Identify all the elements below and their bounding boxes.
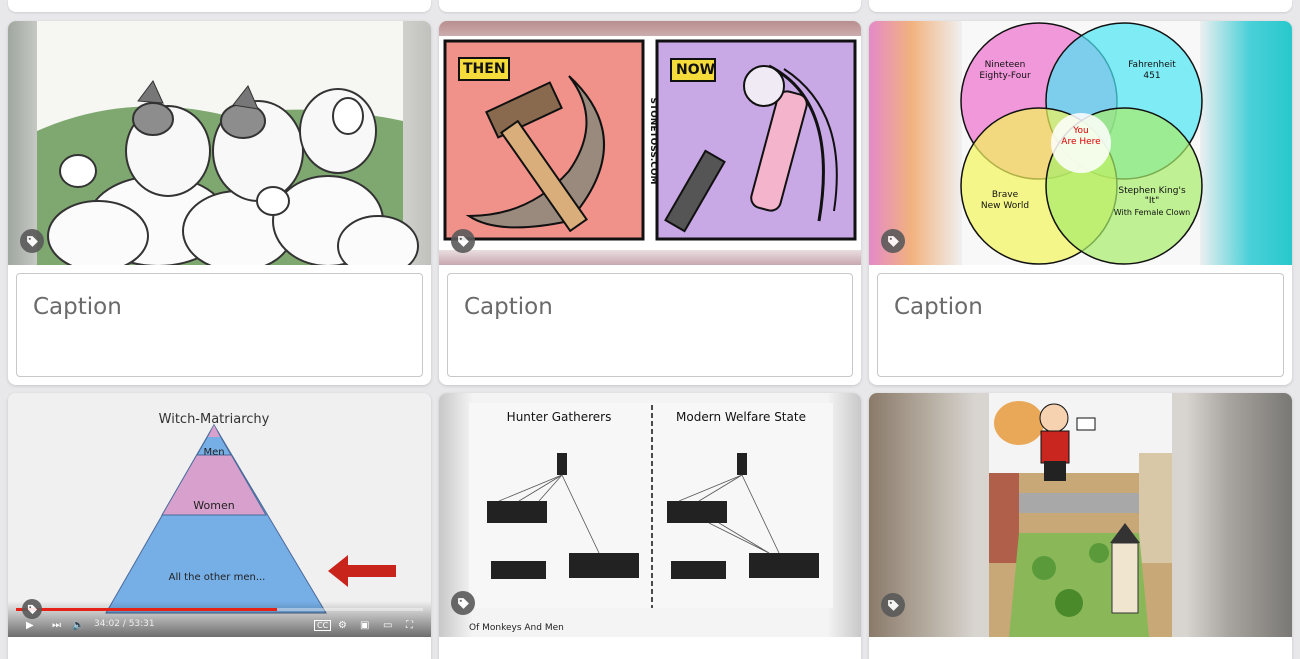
venn-diagram: Nineteen Eighty-Four Fahrenheit 451 Brav… [960,21,1203,265]
meme-image-venn[interactable]: Nineteen Eighty-Four Fahrenheit 451 Brav… [869,21,1292,265]
caption-field[interactable]: Caption [447,273,853,377]
previous-card-stub [869,0,1292,12]
tag-icon [27,604,37,614]
next-icon[interactable]: ⏭ [52,620,61,631]
video-time: 34:02 / 53:31 [94,619,155,629]
meme-image-wolves-sheep[interactable] [8,21,431,265]
meme-card: Witch-Matriarchy Men Women All the other… [8,393,431,659]
pyramid-title: Witch-Matriarchy [159,412,270,427]
venn-label-4a: Stephen King's [1118,186,1186,196]
wolves-sheep-cartoon [37,21,419,265]
hierarchy-diagram: Hunter Gatherers Modern Welfare State Of… [469,403,833,633]
video-controls [8,601,431,637]
meme-card: STONETOSS.COM THEN NOW Caption [439,21,861,385]
tag-button[interactable] [881,593,905,617]
tier-other-men: All the other men... [169,572,266,583]
tag-button[interactable] [451,229,475,253]
venn-label-1b: Eighty-Four [979,71,1031,81]
caption-field[interactable]: Caption [877,273,1284,377]
fullscreen-icon[interactable]: ⛶ [406,620,413,631]
venn-label-2b: 451 [1143,71,1160,81]
image-footer: Of Monkeys And Men [469,623,564,633]
previous-card-stub [8,0,431,12]
previous-card-stub [439,0,861,12]
venn-label-3b: New World [981,201,1029,211]
venn-label-2a: Fahrenheit [1128,60,1176,70]
tag-button[interactable] [22,599,42,619]
caption-field[interactable]: Caption [16,273,423,377]
tag-button[interactable] [451,591,475,615]
meme-image-monkeys[interactable]: Hunter Gatherers Modern Welfare State Of… [439,393,861,637]
now-label: NOW [676,62,716,78]
meme-image-comic-town[interactable] [869,393,1292,637]
meme-image-then-now[interactable]: STONETOSS.COM THEN NOW [439,21,861,265]
tier-men: Men [203,447,224,458]
tag-icon [887,599,899,611]
then-label: THEN [463,61,506,77]
theater-icon[interactable]: ▭ [383,620,392,631]
venn-center-b: Are Here [1061,137,1101,147]
meme-card: Hunter Gatherers Modern Welfare State Of… [439,393,861,659]
tag-icon [887,235,899,247]
venn-label-4b: "It" [1145,196,1159,206]
left-title: Hunter Gatherers [507,410,612,424]
video-player-pyramid[interactable]: Witch-Matriarchy Men Women All the other… [8,393,431,637]
cc-icon[interactable]: CC [314,620,332,631]
volume-icon[interactable]: 🔈 [72,620,84,631]
site-credit: STONETOSS.COM [648,98,658,185]
venn-label-3a: Brave [992,190,1019,200]
caption-placeholder: Caption [33,294,122,320]
play-icon[interactable]: ▶ [26,620,34,631]
meme-card [869,393,1292,659]
video-progress-bar[interactable] [16,608,423,611]
tag-icon [457,597,469,609]
tag-button[interactable] [881,229,905,253]
tag-icon [457,235,469,247]
meme-card: Caption [8,21,431,385]
gear-icon[interactable]: ⚙ [338,620,347,631]
venn-center-a: You [1072,126,1089,136]
then-now-comic: STONETOSS.COM [439,36,861,250]
caption-placeholder: Caption [894,294,983,320]
tier-women: Women [193,499,234,512]
meme-card: Nineteen Eighty-Four Fahrenheit 451 Brav… [869,21,1292,385]
venn-label-1a: Nineteen [985,60,1026,70]
caption-placeholder: Caption [464,294,553,320]
comic-town-illustration [989,393,1172,637]
miniplayer-icon[interactable]: ▣ [360,620,369,631]
tag-icon [26,235,38,247]
right-title: Modern Welfare State [676,410,806,424]
tag-button[interactable] [20,229,44,253]
video-progress-fill [16,608,278,611]
venn-label-4c: With Female Clown [1114,208,1191,217]
